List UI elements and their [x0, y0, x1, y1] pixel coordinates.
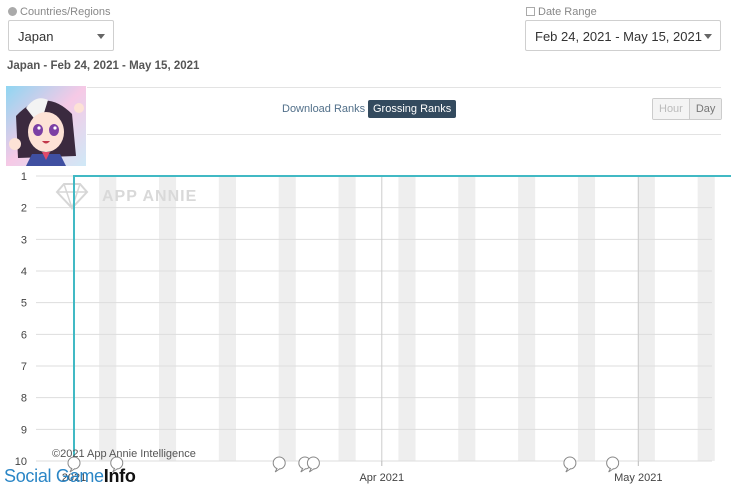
watermark-text: APP ANNIE	[102, 188, 197, 205]
y-tick-label: 5	[21, 298, 27, 310]
rank-chart: APP ANNIE 12345678910 2021 Apr 2021 May 20…	[15, 171, 731, 484]
event-marker-icon	[306, 456, 320, 473]
site-watermark-part1: Social Game	[4, 466, 104, 486]
event-marker-circle	[272, 456, 286, 470]
weekend-band	[518, 176, 536, 461]
y-tick-label: 2	[21, 203, 27, 215]
event-marker-icon	[563, 456, 577, 473]
event-marker-circle	[306, 456, 320, 470]
site-watermark-part2: Info	[103, 466, 136, 486]
weekend-band	[637, 176, 655, 461]
event-marker-circle	[563, 456, 577, 470]
weekend-band	[338, 176, 356, 461]
copyright-text: ©2021 App Annie Intelligence	[52, 448, 196, 460]
y-tick-label: 3	[21, 234, 27, 246]
x-tick-label: Apr 2021	[359, 472, 404, 484]
event-marker-circle	[606, 456, 620, 470]
weekend-band	[577, 176, 596, 461]
weekend-band	[99, 176, 117, 461]
weekend-band	[278, 176, 296, 461]
site-watermark: Social GameInfo	[4, 466, 136, 487]
y-tick-label: 8	[21, 393, 27, 405]
weekend-band	[458, 176, 476, 461]
y-tick-label: 6	[21, 329, 27, 341]
app-annie-watermark: APP ANNIE	[55, 183, 197, 211]
event-marker-icon	[272, 456, 286, 473]
y-tick-label: 7	[21, 361, 27, 373]
x-tick-label: May 2021	[614, 472, 662, 484]
y-tick-label: 4	[21, 266, 27, 278]
y-tick-label: 9	[21, 424, 27, 436]
weekend-band	[159, 176, 177, 461]
y-tick-label: 1	[21, 171, 27, 183]
event-marker-icon	[606, 456, 620, 473]
weekend-band	[697, 176, 715, 461]
weekend-band	[218, 176, 236, 461]
weekend-band	[398, 176, 416, 461]
